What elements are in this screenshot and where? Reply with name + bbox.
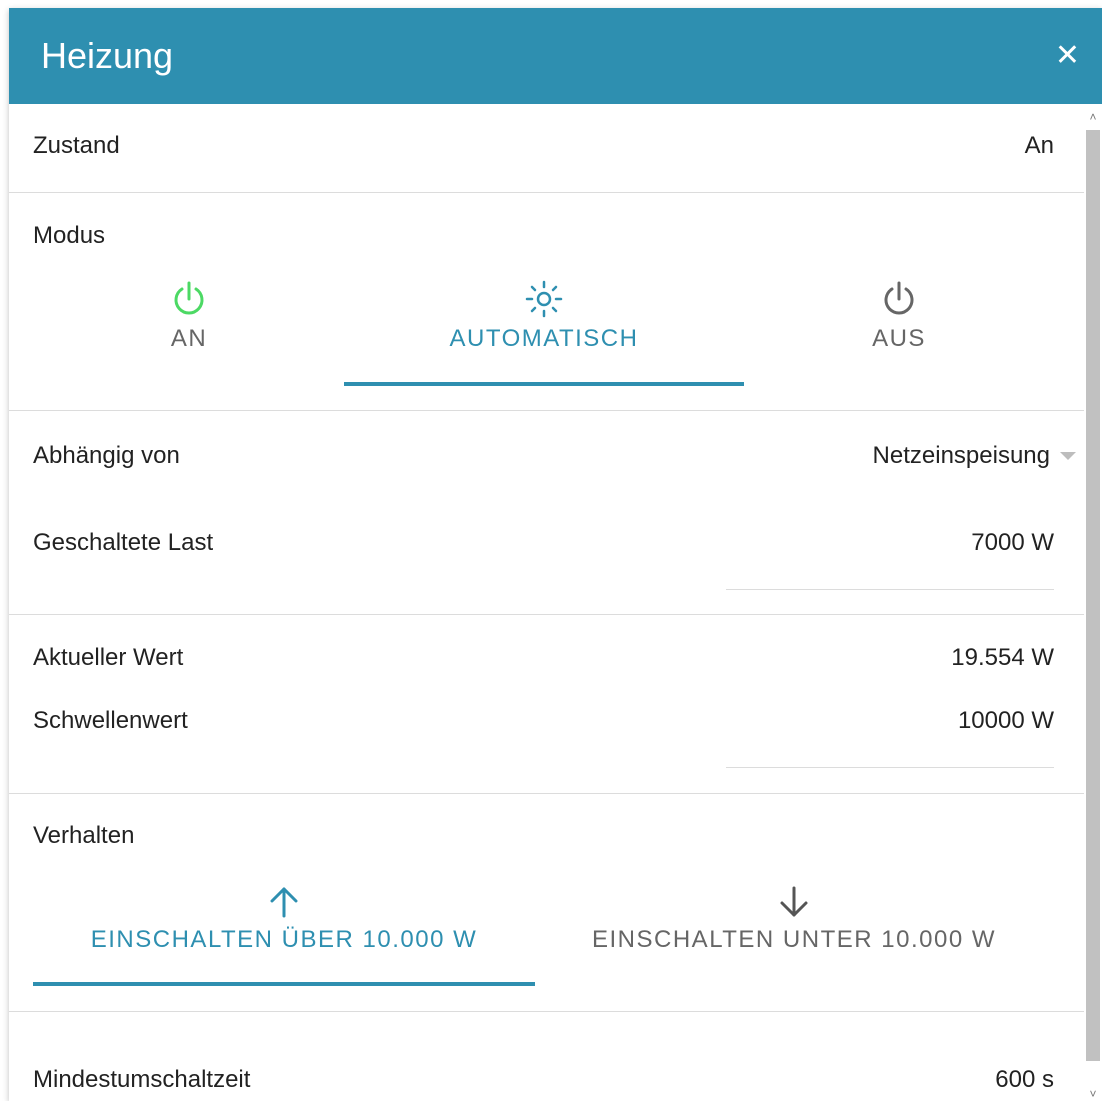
tab-behavior-below[interactable]: EINSCHALTEN UNTER 10.000 W [554, 884, 1034, 954]
tab-indicator [33, 982, 535, 986]
switched-load-input[interactable]: 7000 W [971, 529, 1054, 557]
dependency-label: Abhängig von [33, 442, 180, 469]
dependency-row: Abhängig von Netzeinspeisung [33, 442, 1076, 470]
mode-label: Modus [33, 222, 106, 249]
close-icon[interactable]: ✕ [1055, 41, 1080, 71]
scroll-down-icon[interactable]: ˅ [1088, 1088, 1098, 1100]
dialog: Heizung ✕ Zustand An Modus AN AUTOMATISC… [9, 8, 1102, 1101]
tab-mode-aus[interactable]: AUS [799, 279, 999, 353]
current-value: 19.554 W [951, 644, 1054, 671]
tab-label: AUS [872, 325, 926, 352]
scrollbar-thumb[interactable] [1086, 130, 1100, 1061]
divider [9, 410, 1084, 411]
tab-behavior-above[interactable]: EINSCHALTEN ÜBER 10.000 W [33, 884, 535, 954]
scroll-up-icon[interactable]: ˄ [1088, 111, 1098, 123]
state-label: Zustand [33, 132, 120, 159]
dialog-header: Heizung ✕ [9, 8, 1102, 104]
threshold-row: Schwellenwert 10000 W [33, 707, 1054, 735]
tab-label: AN [170, 325, 208, 352]
dialog-content: Zustand An Modus AN AUTOMATISCH AUS Abhä… [9, 104, 1084, 1101]
arrow-up-icon [270, 887, 298, 918]
min-switch-time-row: Mindestumschaltzeit 600 s [33, 1066, 1054, 1094]
dependency-value: Netzeinspeisung [872, 442, 1050, 469]
input-underline [726, 589, 1054, 590]
divider [9, 1011, 1084, 1012]
state-row: Zustand An [33, 132, 1054, 160]
threshold-input[interactable]: 10000 W [958, 707, 1054, 735]
switched-load-label: Geschaltete Last [33, 529, 214, 556]
sun-icon [525, 280, 563, 318]
switched-load-row: Geschaltete Last 7000 W [33, 529, 1054, 557]
tab-mode-an[interactable]: AN [89, 279, 289, 353]
divider [9, 192, 1084, 193]
arrow-down-icon [780, 886, 808, 917]
dependency-select[interactable]: Netzeinspeisung [873, 442, 1076, 470]
current-value-row: Aktueller Wert 19.554 W [33, 644, 1054, 672]
input-underline [726, 767, 1054, 768]
behavior-label: Verhalten [33, 822, 135, 849]
min-switch-time-value[interactable]: 600 s [995, 1066, 1054, 1094]
tab-indicator [344, 382, 744, 386]
tab-mode-automatisch[interactable]: AUTOMATISCH [344, 279, 744, 353]
tab-label: AUTOMATISCH [449, 325, 639, 352]
power-icon [884, 281, 914, 315]
divider [9, 793, 1084, 794]
state-value: An [1024, 132, 1054, 159]
tab-label: EINSCHALTEN UNTER 10.000 W [592, 926, 996, 953]
scrollbar[interactable]: ˄ ˅ [1084, 104, 1102, 1101]
dialog-title: Heizung [41, 35, 174, 76]
chevron-down-icon [1060, 452, 1076, 460]
threshold-label: Schwellenwert [33, 707, 188, 734]
current-value-label: Aktueller Wert [33, 644, 184, 671]
tab-label: EINSCHALTEN ÜBER 10.000 W [90, 926, 478, 953]
divider [9, 614, 1084, 615]
power-icon [174, 281, 204, 315]
min-switch-time-label: Mindestumschaltzeit [33, 1066, 251, 1093]
